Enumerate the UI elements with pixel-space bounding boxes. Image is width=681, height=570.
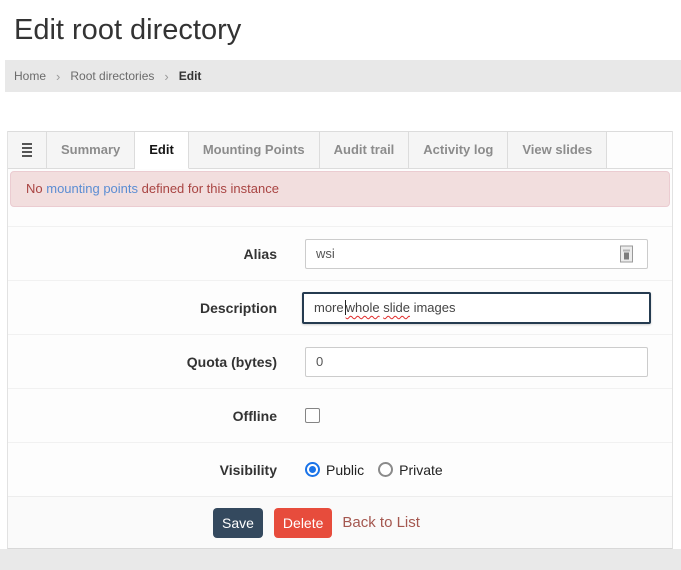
breadcrumb-current: Edit <box>179 69 202 83</box>
visibility-options: Public Private <box>305 462 457 478</box>
back-to-list-link[interactable]: Back to List <box>342 514 420 531</box>
alert-text-before: No <box>26 181 46 196</box>
description-text: images <box>410 300 456 315</box>
form-actions: Save Delete Back to List <box>8 496 672 548</box>
mounting-points-link[interactable]: mounting points <box>46 181 138 196</box>
tab-edit[interactable]: Edit <box>135 132 189 169</box>
edit-panel: Summary Edit Mounting Points Audit trail… <box>7 131 673 549</box>
visibility-control: Public Private <box>305 462 457 478</box>
delete-button[interactable]: Delete <box>274 508 332 538</box>
description-row: Description morewhole slide images <box>8 280 672 334</box>
tab-view-slides[interactable]: View slides <box>508 132 607 169</box>
quota-control <box>305 347 648 377</box>
edit-form: Alias Description morewhole slide images… <box>8 207 672 496</box>
page-title: Edit root directory <box>0 0 681 48</box>
alias-row: Alias <box>8 226 672 280</box>
tab-bar-filler <box>607 132 672 169</box>
visibility-radio-public[interactable] <box>305 462 320 477</box>
spacer <box>0 92 681 131</box>
offline-row: Offline <box>8 388 672 442</box>
alias-control <box>305 239 648 269</box>
breadcrumb-home[interactable]: Home <box>14 69 46 83</box>
visibility-label: Visibility <box>8 462 277 478</box>
alert-text-after: defined for this instance <box>138 181 279 196</box>
breadcrumb-separator-icon: › <box>56 69 60 84</box>
visibility-row: Visibility Public Private <box>8 442 672 496</box>
alias-label: Alias <box>8 246 277 262</box>
tab-activity-log[interactable]: Activity log <box>409 132 508 169</box>
quota-label: Quota (bytes) <box>8 354 277 370</box>
autofill-extension-icon[interactable] <box>620 245 633 262</box>
tab-audit-trail[interactable]: Audit trail <box>320 132 410 169</box>
breadcrumb: Home › Root directories › Edit <box>5 60 681 92</box>
visibility-public-label[interactable]: Public <box>326 462 364 478</box>
spacer <box>8 207 672 226</box>
description-input[interactable]: morewhole slide images <box>302 292 651 324</box>
breadcrumb-root-directories[interactable]: Root directories <box>70 69 154 83</box>
page-background-strip <box>0 549 681 570</box>
save-button[interactable]: Save <box>213 508 263 538</box>
offline-checkbox[interactable] <box>305 408 320 423</box>
no-mounting-points-alert: No mounting points defined for this inst… <box>10 171 670 207</box>
description-control: morewhole slide images <box>305 292 651 324</box>
description-label: Description <box>8 300 277 316</box>
description-text: more <box>314 300 344 315</box>
offline-label: Offline <box>8 408 277 424</box>
quota-row: Quota (bytes) <box>8 334 672 388</box>
quota-input[interactable] <box>305 347 648 377</box>
alias-input[interactable] <box>305 239 648 269</box>
visibility-private-label[interactable]: Private <box>399 462 443 478</box>
offline-control <box>305 408 320 423</box>
misspelled-word: whole <box>346 300 380 315</box>
hamburger-icon <box>22 143 32 157</box>
tab-mounting-points[interactable]: Mounting Points <box>189 132 320 169</box>
tab-summary[interactable]: Summary <box>47 132 135 169</box>
misspelled-word: slide <box>383 300 410 315</box>
tab-bar: Summary Edit Mounting Points Audit trail… <box>8 131 672 169</box>
tab-menu-button[interactable] <box>8 132 47 169</box>
visibility-radio-private[interactable] <box>378 462 393 477</box>
breadcrumb-separator-icon: › <box>164 69 168 84</box>
